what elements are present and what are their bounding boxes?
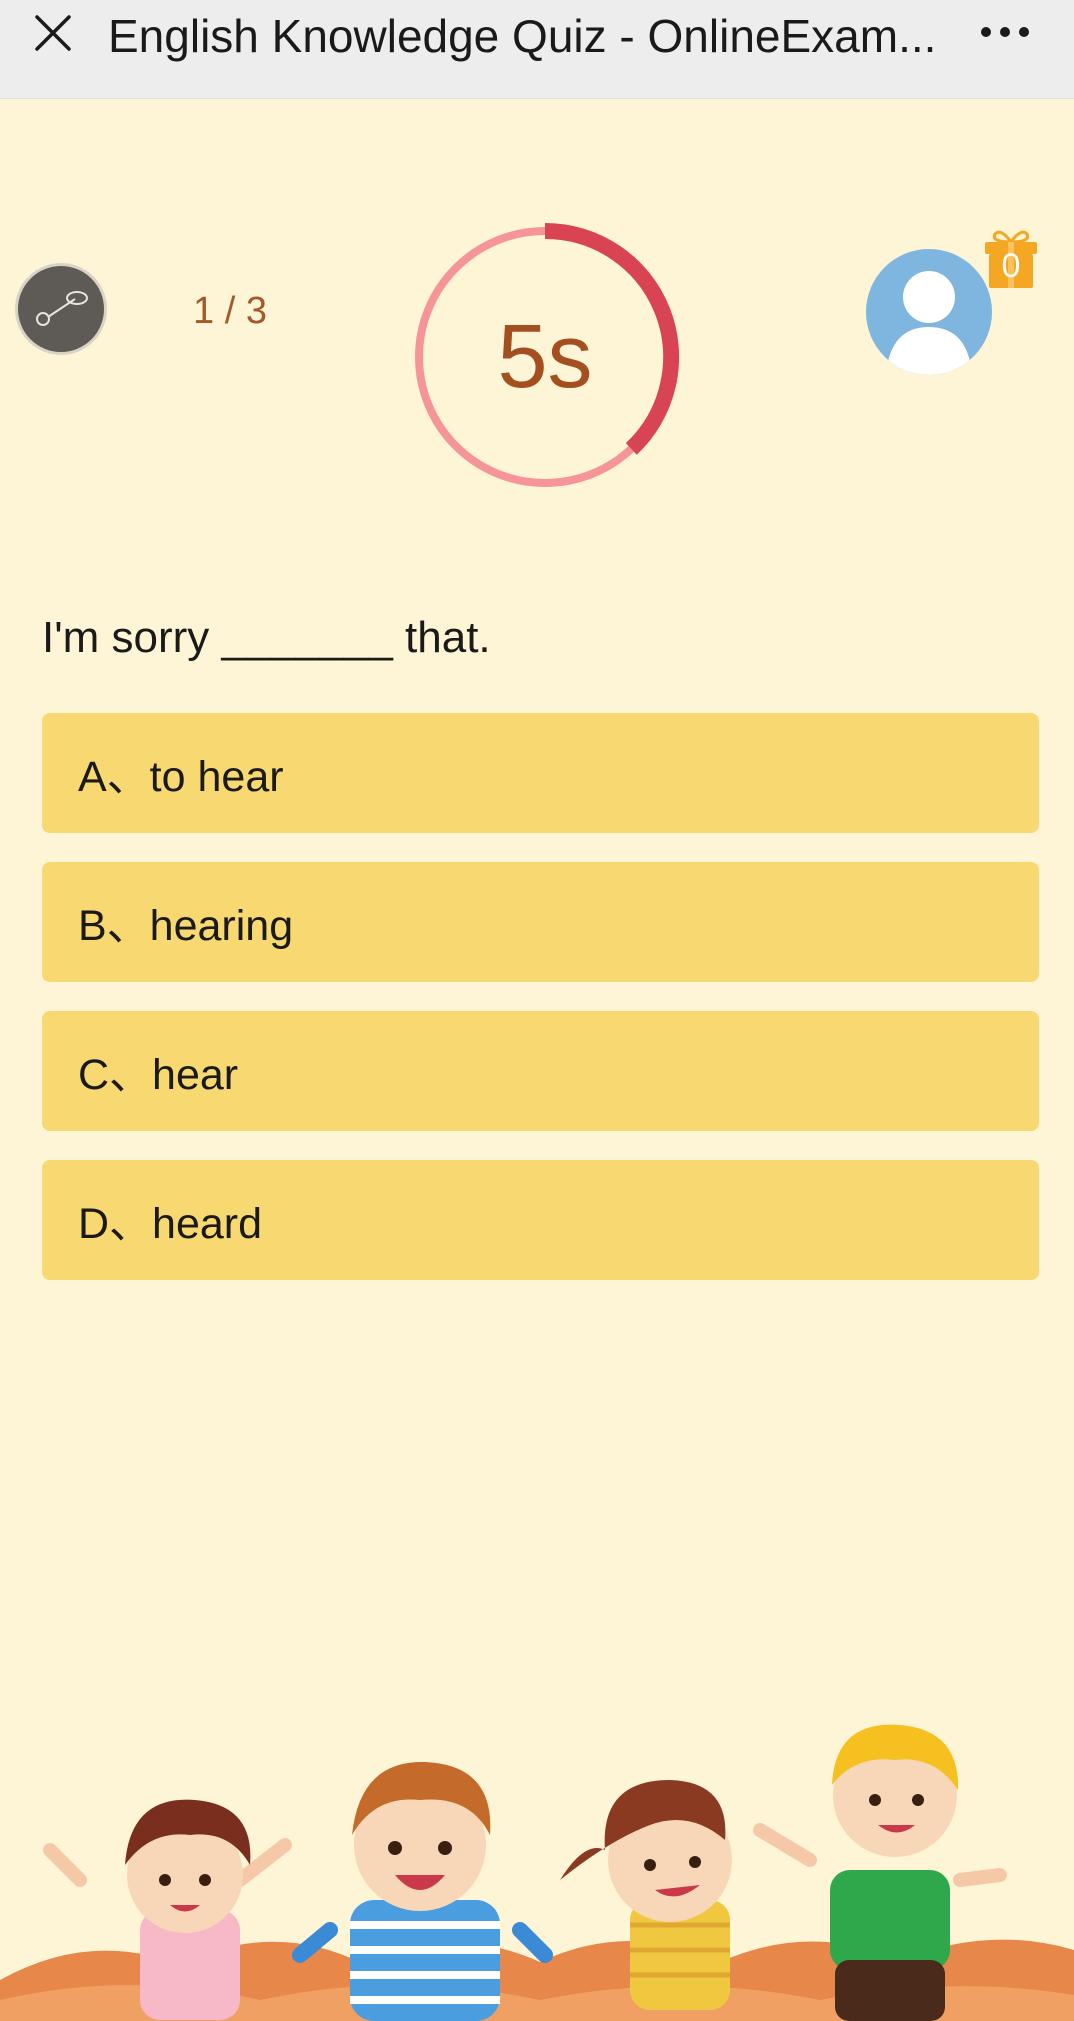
close-icon bbox=[35, 15, 71, 51]
close-button[interactable] bbox=[28, 8, 78, 58]
countdown-timer: 5s bbox=[410, 222, 680, 492]
top-bar: English Knowledge Quiz - OnlineExam... bbox=[0, 0, 1074, 99]
avatar[interactable] bbox=[866, 249, 992, 375]
timer-value: 5s bbox=[497, 306, 593, 407]
question-progress: 1 / 3 bbox=[193, 290, 267, 332]
option-a[interactable]: A、to hear bbox=[42, 713, 1039, 833]
option-d[interactable]: D、heard bbox=[42, 1160, 1039, 1280]
page-title: English Knowledge Quiz - OnlineExam... bbox=[108, 10, 937, 62]
option-c[interactable]: C、hear bbox=[42, 1011, 1039, 1131]
music-toggle-button[interactable] bbox=[15, 263, 107, 355]
answer-options: A、to hear B、hearing C、hear D、heard bbox=[42, 713, 1039, 1309]
user-silhouette-icon bbox=[886, 271, 972, 375]
more-dots-icon bbox=[981, 27, 1029, 37]
question-text: I'm sorry _______ that. bbox=[42, 613, 491, 662]
music-note-icon bbox=[36, 291, 88, 326]
kids-illustration bbox=[0, 1724, 1074, 2021]
gift-button[interactable]: 0 bbox=[983, 228, 1039, 290]
gift-count: 0 bbox=[1001, 247, 1021, 285]
more-button[interactable] bbox=[975, 10, 1035, 54]
option-b[interactable]: B、hearing bbox=[42, 862, 1039, 982]
